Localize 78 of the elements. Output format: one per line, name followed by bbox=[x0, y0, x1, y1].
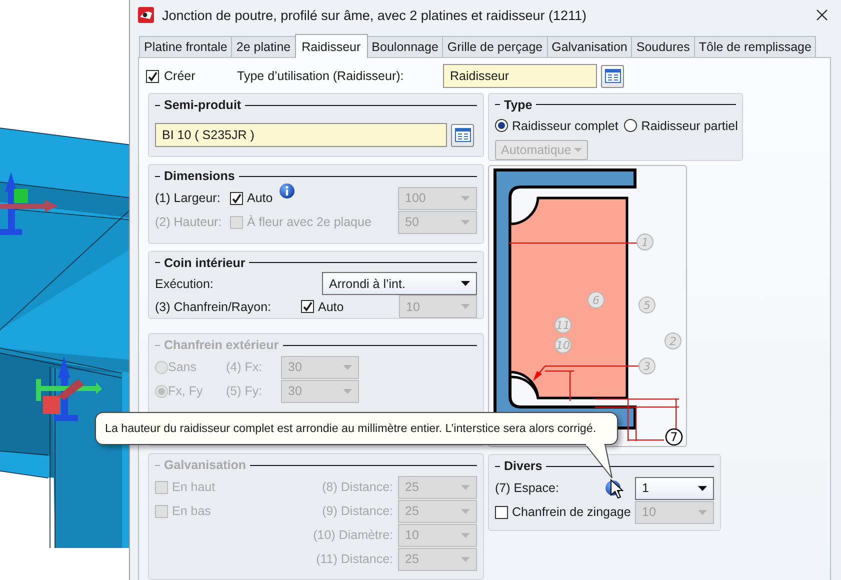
field-label: (5) Fy: bbox=[226, 384, 264, 398]
info-icon bbox=[278, 183, 295, 199]
checkbox-label: Chanfrein de zingage bbox=[512, 505, 631, 519]
checkbox-label: Auto bbox=[318, 300, 344, 314]
field-label: (7) Espace: bbox=[495, 481, 560, 495]
group-title: Chanfrein extérieur bbox=[163, 338, 280, 352]
library-button[interactable] bbox=[601, 64, 624, 88]
caret-icon bbox=[343, 388, 352, 394]
group-title: Galvanisation bbox=[163, 458, 247, 472]
tab[interactable]: Platine frontale bbox=[139, 36, 232, 57]
tab[interactable]: Tôle de remplissage bbox=[694, 36, 816, 57]
field-label: (11) Distance: bbox=[316, 552, 393, 566]
caret-icon bbox=[461, 556, 470, 562]
field-label: (9) Distance: bbox=[322, 504, 393, 518]
field-label: (1) Largeur: bbox=[155, 191, 222, 205]
callout-marker: 11 bbox=[554, 316, 572, 334]
tab[interactable]: 2e platine bbox=[231, 36, 296, 57]
tab[interactable]: Raidisseur bbox=[294, 34, 368, 58]
table-icon bbox=[604, 69, 620, 83]
caret-icon bbox=[461, 508, 470, 514]
radio-button[interactable] bbox=[624, 119, 638, 132]
group-title: Type bbox=[503, 98, 534, 112]
caret-icon bbox=[698, 486, 707, 490]
checkbox-label: En haut bbox=[172, 480, 216, 494]
field-label: (8) Distance: bbox=[322, 480, 393, 494]
field-label: (10) Diamètre: bbox=[313, 528, 393, 542]
callout-marker: 3 bbox=[638, 358, 656, 374]
field-label: (3) Chanfrein/Rayon: bbox=[155, 300, 272, 314]
checkbox-label: À fleur avec 2e plaque bbox=[247, 215, 372, 229]
callout-marker: 6 bbox=[588, 292, 604, 308]
caret-icon bbox=[461, 484, 470, 490]
checkbox-label: Auto bbox=[247, 191, 273, 205]
close-icon bbox=[816, 9, 828, 21]
callout-marker: 2 bbox=[664, 332, 682, 350]
checkbox[interactable] bbox=[301, 300, 314, 313]
group-title: Semi-produit bbox=[163, 98, 242, 112]
callout-marker: 7 bbox=[665, 428, 683, 446]
checkbox[interactable] bbox=[230, 192, 243, 204]
tab[interactable]: Galvanisation bbox=[546, 36, 632, 57]
field-label: (4) Fx: bbox=[226, 360, 264, 374]
callout-marker: 5 bbox=[638, 296, 656, 314]
library-button[interactable] bbox=[451, 124, 474, 146]
dropdown[interactable]: 1 bbox=[635, 476, 714, 500]
radio-button[interactable] bbox=[495, 119, 508, 132]
callout-marker: 10 bbox=[554, 336, 572, 354]
radio-label: Raidisseur partiel bbox=[641, 118, 738, 133]
caret-icon bbox=[574, 148, 582, 152]
field-label: Exécution: bbox=[155, 276, 214, 290]
caret-icon bbox=[343, 364, 352, 370]
callout-marker: 1 bbox=[636, 234, 654, 250]
dropdown[interactable]: Arrondi à l’int. bbox=[322, 272, 477, 295]
input-field[interactable]: Raidisseur bbox=[443, 64, 597, 88]
tab[interactable]: Soudures bbox=[631, 36, 695, 57]
radio-label: Sans bbox=[168, 360, 198, 374]
input-field[interactable]: BI 10 ( S235JR ) bbox=[155, 123, 447, 147]
cursor-icon bbox=[610, 479, 624, 499]
caret-icon bbox=[461, 304, 470, 309]
radio-label: Raidisseur complet bbox=[512, 118, 618, 133]
caret-icon bbox=[461, 196, 470, 200]
window-title: Jonction de poutre, profilé sur âme, avec 2 platines et raidisseur (1211) bbox=[162, 8, 588, 22]
group-title: Dimensions bbox=[163, 169, 236, 183]
app-icon bbox=[138, 7, 154, 23]
group-title: Coin intérieur bbox=[163, 256, 246, 270]
checkbox-label: Créer bbox=[164, 69, 196, 83]
radio-label: Fx, Fy bbox=[168, 384, 204, 398]
caret-icon bbox=[461, 220, 470, 224]
tab[interactable]: Boulonnage bbox=[366, 36, 444, 57]
table-icon bbox=[454, 128, 470, 142]
checkbox-label: En bas bbox=[172, 504, 211, 518]
group-title: Divers bbox=[503, 459, 544, 473]
checkbox[interactable] bbox=[495, 506, 508, 518]
tab[interactable]: Grille de perçage bbox=[442, 36, 548, 57]
checkbox[interactable] bbox=[146, 70, 159, 82]
caret-icon bbox=[461, 532, 470, 538]
caret-icon bbox=[698, 510, 707, 514]
field-label: (2) Hauteur: bbox=[155, 215, 223, 229]
field-label: Type d’utilisation (Raidisseur): bbox=[237, 69, 405, 83]
caret-icon bbox=[461, 281, 470, 286]
